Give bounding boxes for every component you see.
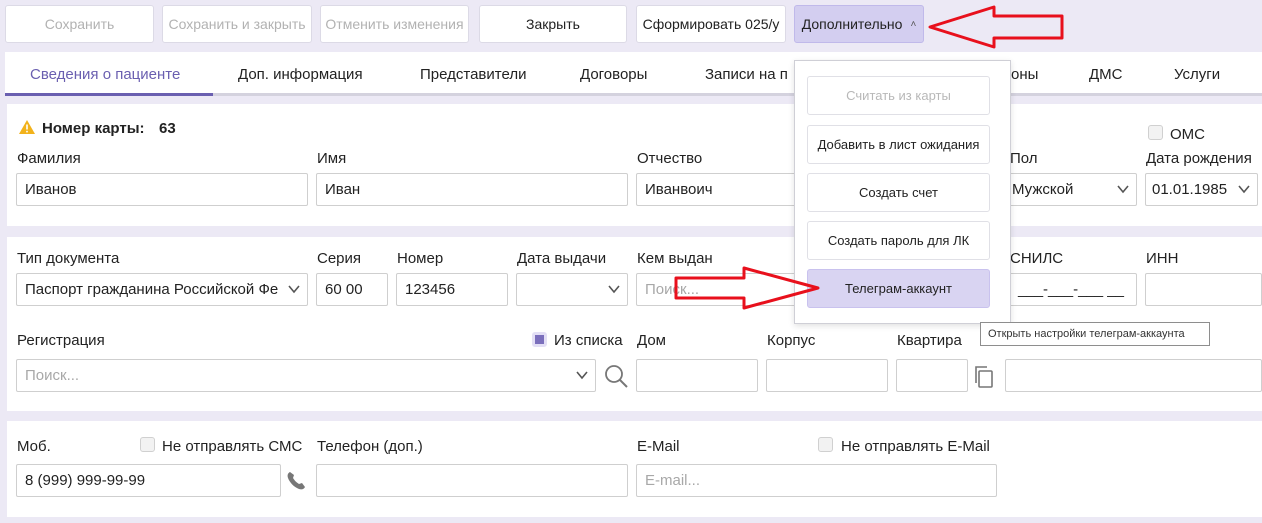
more-button[interactable]: Дополнительно ˄ xyxy=(794,5,924,43)
no-email-label: Не отправлять E-Mail xyxy=(841,438,990,455)
inn-label: ИНН xyxy=(1146,250,1179,267)
mobile-field[interactable]: 8 (999) 999-99-99 xyxy=(16,464,281,497)
issue-date-label: Дата выдачи xyxy=(517,250,607,267)
telegram-tooltip: Открыть настройки телеграм-аккаунта xyxy=(980,322,1210,346)
birth-date-value: 01.01.1985 xyxy=(1152,181,1228,198)
surname-field[interactable]: Иванов xyxy=(16,173,308,206)
mobile-label: Моб. xyxy=(17,438,51,455)
copy-icon[interactable] xyxy=(972,364,996,390)
chevron-down-icon xyxy=(288,285,300,294)
tab-active-indicator xyxy=(5,93,213,96)
no-sms-checkbox[interactable] xyxy=(140,437,155,452)
issued-by-field[interactable]: Поиск... xyxy=(636,273,796,306)
menu-item-create-invoice[interactable]: Создать счет xyxy=(807,173,990,212)
save-button[interactable]: Сохранить xyxy=(5,5,154,43)
series-field[interactable]: 60 00 xyxy=(316,273,388,306)
email-label: E-Mail xyxy=(637,438,680,455)
save-and-close-button[interactable]: Сохранить и закрыть xyxy=(162,5,312,43)
tab-appointments[interactable]: Записи на п xyxy=(705,66,788,83)
patronymic-field[interactable]: Иванвоич xyxy=(636,173,796,206)
birth-date-label: Дата рождения xyxy=(1146,150,1252,167)
tab-dms[interactable]: ДМС xyxy=(1089,66,1123,83)
registration-label: Регистрация xyxy=(17,332,105,349)
apartment-label: Квартира xyxy=(897,332,962,349)
building-label: Корпус xyxy=(767,332,816,349)
no-sms-label: Не отправлять СМС xyxy=(162,438,303,455)
arrow-to-more-button xyxy=(928,5,1064,49)
doc-type-label: Тип документа xyxy=(17,250,120,267)
birth-date-select[interactable]: 01.01.1985 xyxy=(1145,173,1258,206)
number-label: Номер xyxy=(397,250,444,267)
phone-icon[interactable] xyxy=(285,470,307,492)
registration-search-placeholder: Поиск... xyxy=(25,367,80,384)
form-025-button[interactable]: Сформировать 025/у xyxy=(636,5,786,43)
doc-type-select[interactable]: Паспорт гражданина Российской Фе xyxy=(16,273,308,306)
menu-item-add-waitlist[interactable]: Добавить в лист ожидания xyxy=(807,125,990,164)
tab-patient-info[interactable]: Сведения о пациенте xyxy=(30,66,180,83)
snils-field[interactable]: ___-___-___ __ xyxy=(1005,273,1137,306)
doc-type-value: Паспорт гражданина Российской Фе xyxy=(25,281,279,298)
series-label: Серия xyxy=(317,250,362,267)
from-list-checkbox[interactable] xyxy=(532,332,547,347)
patient-panel xyxy=(7,104,1262,226)
tab-contracts[interactable]: Договоры xyxy=(580,66,647,83)
address-extra-field[interactable] xyxy=(1005,359,1262,392)
from-list-label: Из списка xyxy=(554,332,623,349)
card-number-label: Номер карты: xyxy=(42,120,145,137)
snils-label: СНИЛС xyxy=(1010,250,1064,267)
chevron-down-icon xyxy=(1117,185,1129,194)
phone-extra-field[interactable] xyxy=(316,464,628,497)
oms-checkbox[interactable] xyxy=(1148,125,1163,140)
sex-label: Пол xyxy=(1010,150,1038,167)
name-label: Имя xyxy=(317,150,347,167)
house-label: Дом xyxy=(637,332,666,349)
sex-value: Мужской xyxy=(1012,181,1074,198)
no-email-checkbox[interactable] xyxy=(818,437,833,452)
building-field[interactable] xyxy=(766,359,888,392)
chevron-down-icon xyxy=(608,285,620,294)
card-number-value: 63 xyxy=(159,120,176,137)
more-button-label: Дополнительно xyxy=(801,16,903,32)
oms-label: ОМС xyxy=(1170,126,1205,143)
menu-item-read-card[interactable]: Считать из карты xyxy=(807,76,990,115)
cancel-changes-button[interactable]: Отменить изменения xyxy=(320,5,469,43)
number-field[interactable]: 123456 xyxy=(396,273,508,306)
menu-item-create-password[interactable]: Создать пароль для ЛК xyxy=(807,221,990,260)
close-button[interactable]: Закрыть xyxy=(479,5,627,43)
chevron-down-icon xyxy=(576,371,588,380)
tab-services[interactable]: Услуги xyxy=(1174,66,1220,83)
patronymic-label: Отчество xyxy=(637,150,703,167)
surname-label: Фамилия xyxy=(17,150,81,167)
search-icon[interactable] xyxy=(603,363,629,389)
registration-search[interactable]: Поиск... xyxy=(16,359,596,392)
email-field[interactable]: E-mail... xyxy=(636,464,997,497)
chevron-down-icon xyxy=(1238,185,1250,194)
menu-item-telegram-account[interactable]: Телеграм-аккаунт xyxy=(807,269,990,308)
apartment-field[interactable] xyxy=(896,359,968,392)
warning-icon xyxy=(19,120,35,134)
issued-by-label: Кем выдан xyxy=(637,250,713,267)
tab-additional-info[interactable]: Доп. информация xyxy=(238,66,363,83)
chevron-up-icon: ˄ xyxy=(910,18,917,30)
phone-extra-label: Телефон (доп.) xyxy=(317,438,423,455)
tab-representatives[interactable]: Представители xyxy=(420,66,526,83)
issue-date-select[interactable] xyxy=(516,273,628,306)
tab-partial-hidden[interactable]: оны xyxy=(1011,66,1038,83)
sex-select[interactable]: Мужской xyxy=(1005,173,1137,206)
house-field[interactable] xyxy=(636,359,758,392)
name-field[interactable]: Иван xyxy=(316,173,628,206)
inn-field[interactable] xyxy=(1145,273,1262,306)
more-dropdown-menu: Считать из карты Добавить в лист ожидани… xyxy=(794,60,1011,324)
